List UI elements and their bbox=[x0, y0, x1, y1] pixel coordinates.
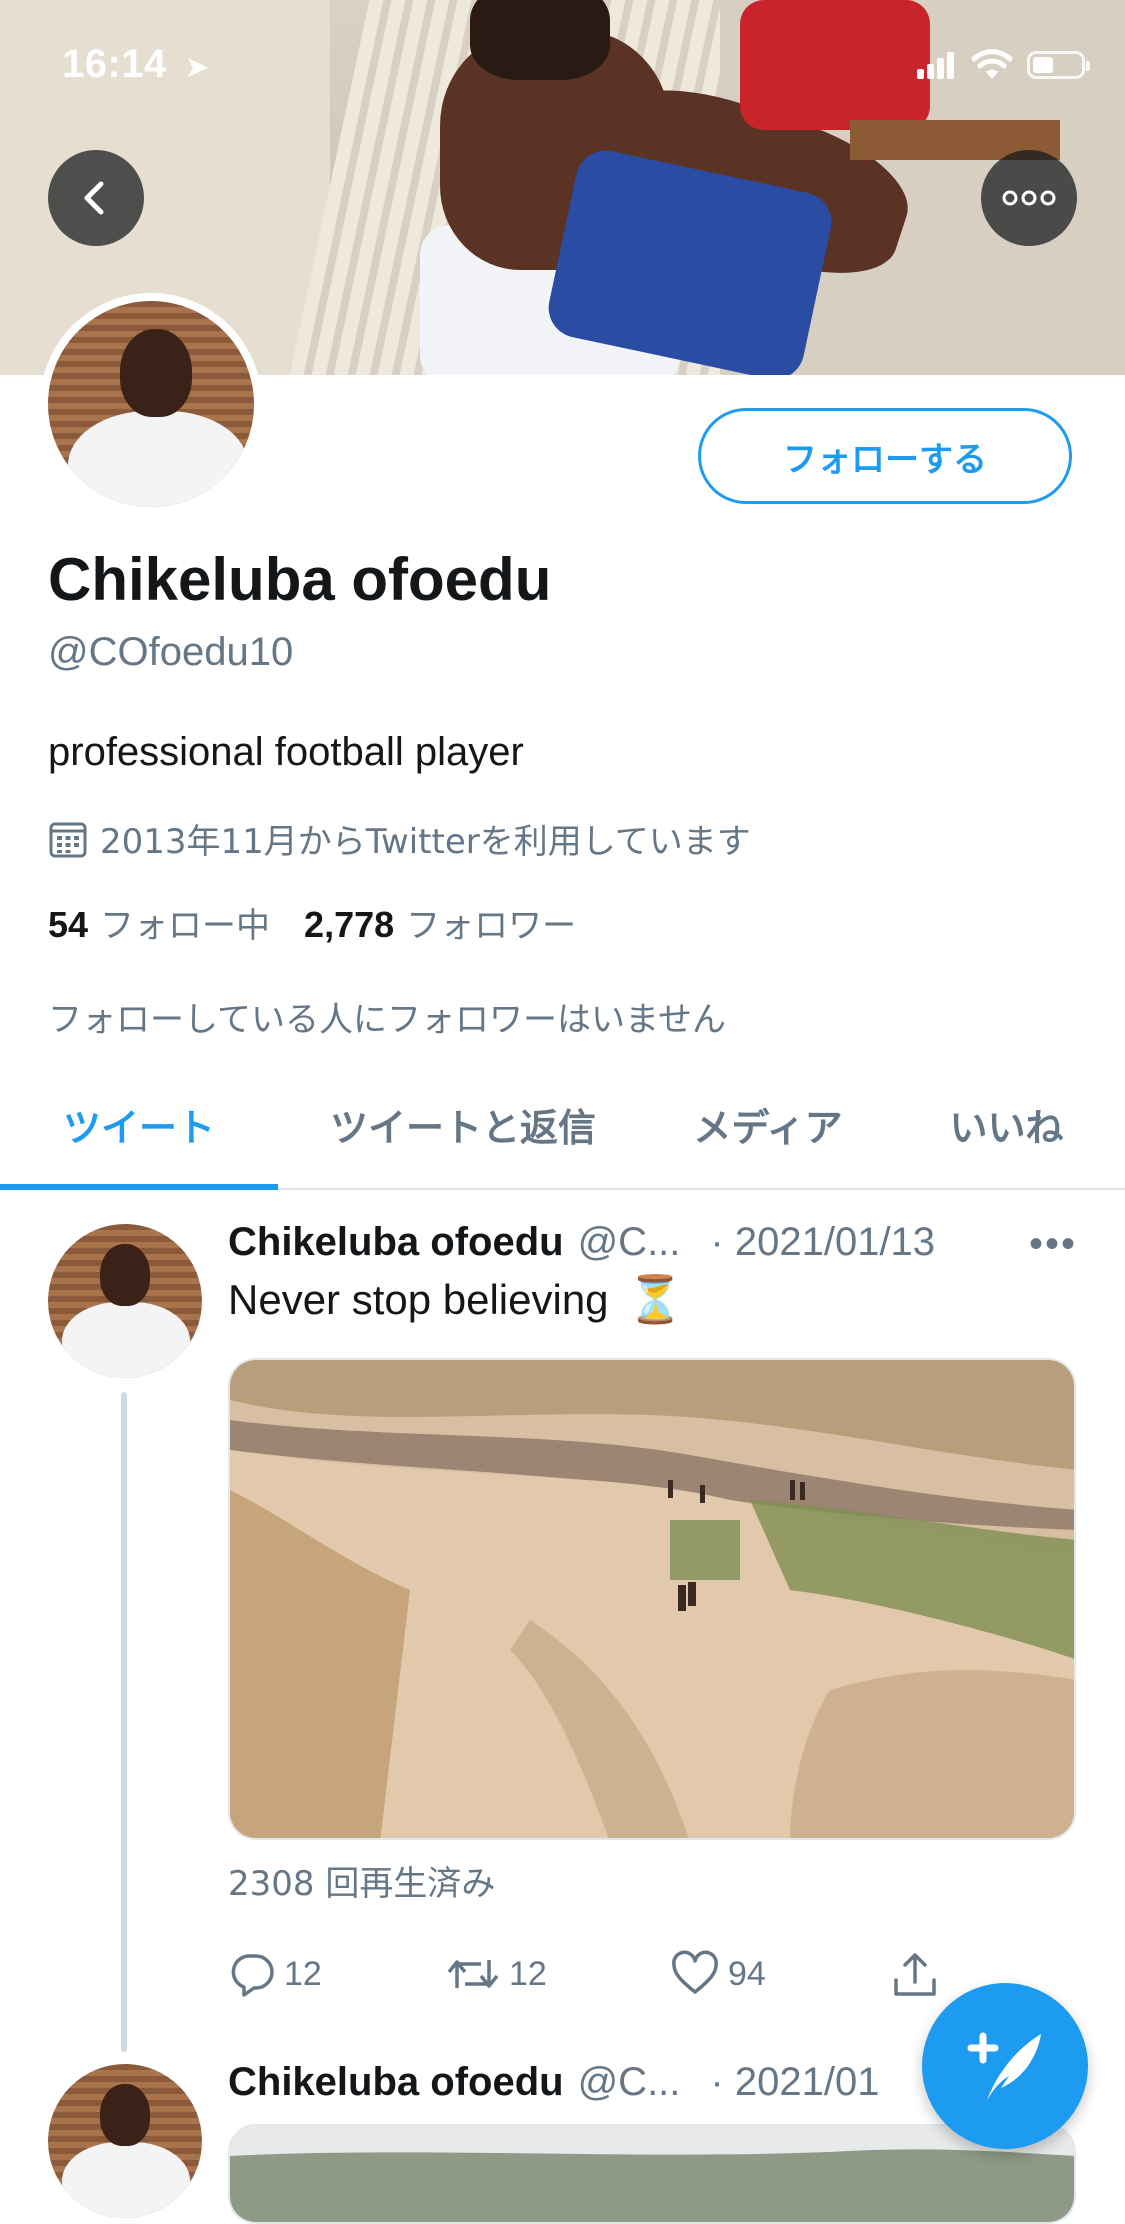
tweet-text: Never stop believing ⏳ bbox=[228, 1272, 684, 1327]
chevron-left-icon bbox=[84, 181, 104, 215]
compose-tweet-icon bbox=[967, 2032, 1041, 2100]
active-tab-indicator bbox=[0, 1184, 278, 1190]
profile-display-name: Chikeluba ofoedu bbox=[48, 546, 552, 613]
tab-media[interactable]: メディア bbox=[648, 1060, 888, 1188]
tweet-author-handle: @C... bbox=[577, 1220, 681, 1264]
follow-button[interactable]: フォローする bbox=[698, 408, 1072, 504]
more-dots-icon bbox=[1002, 190, 1056, 206]
profile-tabs: ツイート ツイートと返信 メディア いいね bbox=[0, 1060, 1125, 1190]
battery-icon bbox=[1027, 51, 1090, 79]
calendar-icon bbox=[49, 822, 87, 857]
heart-icon bbox=[672, 1950, 718, 1994]
tweet-text-body: Never stop believing bbox=[228, 1275, 609, 1323]
profile-handle: @COfoedu10 bbox=[48, 630, 294, 674]
followers-you-know: フォローしている人にフォロワーはいません bbox=[48, 1000, 726, 1040]
tweet-avatar[interactable] bbox=[48, 1224, 202, 1378]
followers-label: フォロワー bbox=[406, 906, 577, 946]
following-label: フォロー中 bbox=[100, 906, 271, 946]
following-count: 54 bbox=[48, 904, 89, 945]
profile-bio: professional football player bbox=[48, 730, 524, 774]
tweet-more-button[interactable]: ••• bbox=[1029, 1222, 1077, 1267]
share-button[interactable] bbox=[890, 1950, 940, 2000]
like-button[interactable]: 94 bbox=[670, 1950, 766, 1998]
reply-icon bbox=[231, 1954, 274, 1997]
compose-tweet-button[interactable] bbox=[922, 1983, 1088, 2149]
more-options-button[interactable] bbox=[981, 150, 1077, 246]
retweet-button[interactable]: 12 bbox=[445, 1950, 547, 1998]
tweet-video[interactable] bbox=[228, 1358, 1076, 1840]
tweet-author-name[interactable]: Chikeluba ofoedu bbox=[228, 1220, 564, 1265]
tab-likes[interactable]: いいね bbox=[888, 1060, 1125, 1188]
video-thumbnail bbox=[230, 1360, 1074, 1838]
reply-count: 12 bbox=[284, 1954, 322, 1993]
status-time-text: 16:14 bbox=[62, 42, 167, 86]
profile-avatar[interactable] bbox=[40, 293, 262, 515]
hourglass-emoji: ⏳ bbox=[626, 1273, 684, 1325]
status-time: 16:14 ➤ bbox=[62, 42, 210, 87]
tweet-date[interactable]: · 2021/01 bbox=[710, 2060, 879, 2105]
followers-link[interactable]: 2,778 フォロワー bbox=[304, 898, 576, 947]
tweet-author-name[interactable]: Chikeluba ofoedu bbox=[228, 2060, 564, 2105]
location-arrow-icon: ➤ bbox=[184, 51, 211, 84]
video-view-count: 2308 回再生済み bbox=[228, 1864, 496, 1904]
back-button[interactable] bbox=[48, 150, 144, 246]
tweet-header: Chikeluba ofoedu @C... · 2021/01/13 bbox=[228, 1220, 1078, 1265]
tweet-date[interactable]: · 2021/01/13 bbox=[710, 1220, 935, 1265]
following-link[interactable]: 54 フォロー中 bbox=[48, 898, 270, 947]
status-indicators bbox=[917, 48, 1090, 82]
wifi-icon bbox=[971, 49, 1013, 79]
tweet-avatar[interactable] bbox=[48, 2064, 202, 2218]
share-icon bbox=[894, 1953, 936, 1996]
retweet-count: 12 bbox=[509, 1954, 547, 1993]
join-date: 2013年11月からTwitterを利用しています bbox=[48, 814, 751, 863]
retweet-icon bbox=[447, 1960, 499, 1988]
like-count: 94 bbox=[728, 1954, 766, 1993]
tweet-media[interactable] bbox=[228, 2124, 1076, 2224]
join-date-text: 2013年11月からTwitterを利用しています bbox=[100, 822, 751, 862]
reply-button[interactable]: 12 bbox=[228, 1950, 322, 1998]
tab-tweets[interactable]: ツイート bbox=[0, 1060, 278, 1188]
cellular-signal-icon bbox=[917, 51, 957, 79]
tab-tweets-and-replies[interactable]: ツイートと返信 bbox=[278, 1060, 648, 1188]
thread-line bbox=[121, 1392, 127, 2052]
followers-count: 2,778 bbox=[304, 904, 395, 945]
follow-stats: 54 フォロー中 2,778 フォロワー bbox=[48, 898, 576, 947]
media-thumbnail bbox=[230, 2126, 1074, 2222]
tweet-author-handle: @C... bbox=[577, 2060, 681, 2104]
